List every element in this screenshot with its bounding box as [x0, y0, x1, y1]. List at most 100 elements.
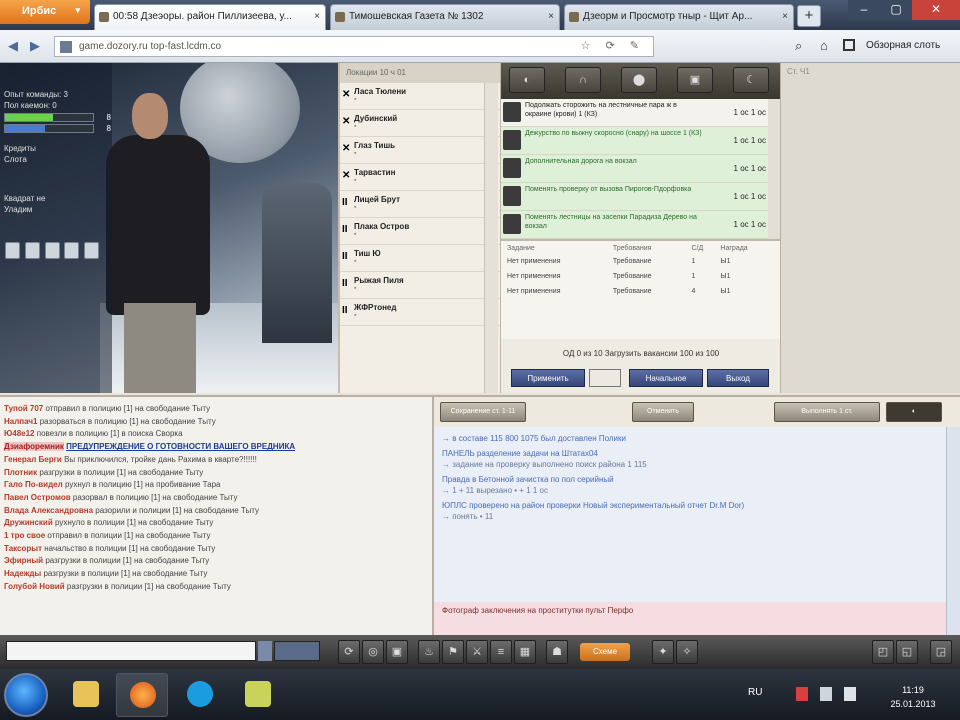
tool-icon[interactable]: ▦ [514, 640, 536, 664]
quest-exit-button[interactable]: Выход [707, 369, 769, 387]
chat-author[interactable]: Павел Остромов [4, 493, 71, 502]
chat-author[interactable]: Плотник [4, 468, 37, 477]
chat-line[interactable]: Тупой 707 отправил в полицию [1] на своб… [4, 403, 428, 416]
bookmark-star-icon[interactable]: ☆ ⟳ ✎ [581, 39, 645, 52]
tool-icon[interactable]: ◲ [930, 640, 952, 664]
tool-icon[interactable]: ⚑ [442, 640, 464, 664]
forward-arrow-icon[interactable]: ▶ [30, 39, 44, 53]
quest-tool-button[interactable]: ⬤ [621, 67, 657, 93]
quest-list-scrollbar[interactable] [768, 99, 780, 239]
quest-tool-button[interactable]: ∩ [565, 67, 601, 93]
event-line[interactable]: → в составе 115 800 1075 был доставлен П… [442, 433, 952, 444]
tool-icon[interactable]: ≡ [490, 640, 512, 664]
event-save-button[interactable]: Сохранение ст. 1-11 [440, 402, 526, 422]
tool-icon[interactable]: ✧ [676, 640, 698, 664]
player-avatar[interactable] [100, 73, 220, 393]
event-log-scrollbar[interactable] [946, 427, 960, 635]
chat-author[interactable]: Дружинский [4, 518, 53, 527]
chat-author[interactable]: Таксорыт [4, 544, 42, 553]
back-arrow-icon[interactable]: ◀ [8, 39, 22, 53]
chat-author[interactable]: Надежды [4, 569, 41, 578]
address-bar[interactable]: game.dozory.ru top-fast.lcdm.co ☆ ⟳ ✎ [54, 36, 654, 57]
tool-icon[interactable]: ◱ [896, 640, 918, 664]
window-close-button[interactable]: ✕ [912, 0, 960, 20]
quest-row[interactable]: Поменять проверку от вызова Пирогов-Пдор… [501, 183, 780, 211]
event-line[interactable]: Правда в Бетонной зачистка по пол серийн… [442, 474, 952, 496]
new-tab-button[interactable]: + [797, 5, 821, 27]
home-icon[interactable]: ⌂ [820, 38, 828, 53]
taskbar-firefox[interactable] [116, 673, 168, 717]
event-line[interactable]: ЮПЛС проверено на район проверки Новый э… [442, 500, 952, 522]
location-row[interactable]: ✕ Ласа Тюлени ▪ [340, 83, 500, 110]
chat-line[interactable]: Гало По-видел рухнул в полицию [1] на пр… [4, 479, 428, 492]
volume-icon[interactable] [844, 687, 856, 701]
chat-mode-button[interactable] [274, 641, 320, 661]
tool-icon[interactable]: ◰ [872, 640, 894, 664]
event-tools-button[interactable]: ◐ [886, 402, 942, 422]
chat-line[interactable]: Влада Александровна разорили и полиции [… [4, 505, 428, 518]
chat-line[interactable]: Ю48е12 повезли в полицию [1] в поиска Св… [4, 428, 428, 441]
quest-small-button[interactable] [589, 369, 621, 387]
quest-row[interactable]: Дежурство по выжну скоросно (снару) на ш… [501, 127, 780, 155]
refresh-icon[interactable]: ⟳ [338, 640, 360, 664]
quest-apply-button[interactable]: Применить [511, 369, 585, 387]
chat-line[interactable]: Плотник разгрузки в полиции [1] на свобо… [4, 467, 428, 480]
chat-author[interactable]: Генерал Берги [4, 455, 62, 464]
close-icon[interactable]: × [548, 11, 554, 22]
location-row[interactable]: II Рыжая Пиля ▪ [340, 272, 500, 299]
chat-line[interactable]: Надежды разгрузки в полиции [1] на свобо… [4, 568, 428, 581]
tool-icon[interactable]: ✦ [652, 640, 674, 664]
quest-row[interactable]: Дополнительная дорога на вокзал 1 ос 1 ос [501, 155, 780, 183]
tab-3[interactable]: Дзеорм и Просмотр тныр - Щит Ар... × [564, 4, 794, 30]
chat-author[interactable]: Тупой 707 [4, 404, 43, 413]
chat-line[interactable]: Дзиафоремник ПРЕДУПРЕЖДЕНИЕ О ГОТОВНОСТИ… [4, 441, 428, 454]
location-row[interactable]: ✕ Глаз Тишь ▪ [340, 137, 500, 164]
chat-author[interactable]: Влада Александровна [4, 506, 93, 515]
tab-2[interactable]: Тимошевская Газета № 1302 × [330, 4, 560, 30]
table-row[interactable]: Нет применения Требование 4 Ы1 [505, 284, 776, 299]
search-icon[interactable]: ⌕ [795, 38, 802, 54]
chat-line[interactable]: Эфирный разгрузки в полиции [1] на свобо… [4, 555, 428, 568]
tool-icon[interactable]: ☗ [546, 640, 568, 664]
inventory-slot[interactable] [64, 242, 80, 259]
location-row[interactable]: II Тиш Ю ▪ [340, 245, 500, 272]
chat-line[interactable]: Павел Остромов разорвал в полицию [1] на… [4, 492, 428, 505]
event-cancel-button[interactable]: Отменить [632, 402, 694, 422]
maximize-button[interactable]: ▢ [880, 0, 912, 20]
location-row[interactable]: ✕ Тарвастин ▪ [340, 164, 500, 191]
chat-send-button[interactable] [258, 641, 272, 661]
flag-icon[interactable] [796, 687, 808, 701]
location-row[interactable]: II ЖФРтонед ▪ [340, 299, 500, 326]
clock[interactable]: 11:19 25.01.2013 [878, 683, 948, 711]
location-row[interactable]: II Лицей Брут ▪ [340, 191, 500, 218]
chat-author[interactable]: Ю48е12 [4, 429, 35, 438]
table-row[interactable]: Нет применения Требование 1 Ы1 [505, 269, 776, 284]
quest-row[interactable]: Подолжать сторожить на лестничные пара ж… [501, 99, 780, 127]
minimize-button[interactable]: – [848, 0, 880, 20]
language-indicator[interactable]: RU [748, 687, 762, 698]
close-icon[interactable]: × [782, 11, 788, 22]
quest-tool-button[interactable]: ◐ [509, 67, 545, 93]
taskbar-explorer[interactable] [60, 673, 112, 717]
quest-tool-button[interactable]: ▣ [677, 67, 713, 93]
window-view-icon[interactable] [843, 39, 855, 51]
browser-app-menu-button[interactable]: Ирбис ▾ [0, 0, 90, 24]
table-row[interactable]: Нет применения Требование 1 Ы1 [505, 254, 776, 269]
taskbar-skype[interactable] [174, 673, 226, 717]
chat-author[interactable]: Дзиафоремник [4, 442, 64, 452]
quest-tool-button[interactable]: ☾ [733, 67, 769, 93]
chat-author[interactable]: 1 тро свое [4, 531, 45, 540]
location-list-scrollbar[interactable] [484, 83, 498, 393]
chat-author[interactable]: Эфирный [4, 556, 43, 565]
tab-1[interactable]: 00:58 Дзеэоры. район Пиллизеева, у... × [94, 4, 326, 30]
chat-line[interactable]: Генерал Берги Вы приключился, тройке дан… [4, 454, 428, 467]
event-execute-button[interactable]: Выполнять 1 ст. [774, 402, 880, 422]
chat-line[interactable]: Налпач1 разорваться в полицию [1] на сво… [4, 416, 428, 429]
chat-input[interactable] [6, 641, 256, 661]
chat-line[interactable]: Дружинский рухнуло в полиции [1] на своб… [4, 517, 428, 530]
start-button[interactable] [4, 673, 48, 717]
quest-row[interactable]: Поменять лестницы на заселки Парадиза Де… [501, 211, 780, 239]
orange-action-button[interactable]: Схеме [580, 643, 630, 661]
chat-author[interactable]: Налпач1 [4, 417, 37, 426]
chat-line[interactable]: 1 тро свое отправил в полиции [1] на сво… [4, 530, 428, 543]
